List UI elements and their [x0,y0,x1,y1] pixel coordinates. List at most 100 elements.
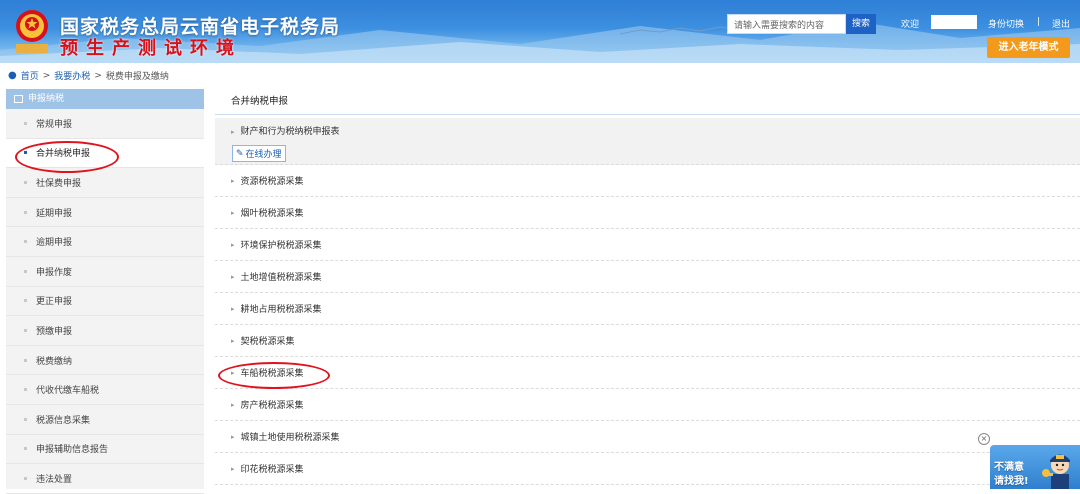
sidebar-item-label: 代收代缴车船税 [36,386,100,397]
list-item-stamp-tax[interactable]: ▸ 印花税税源采集 [215,453,1080,485]
feedback-line1: 不满意 [994,462,1024,473]
welcome-text: 欢迎 [901,20,920,30]
bullet-icon [24,180,27,184]
bullet-icon [24,358,27,362]
sidebar-item-auxiliary-report[interactable]: 申报辅助信息报告 [6,435,204,465]
sidebar-item-label: 违法处置 [36,474,73,485]
list-item-label[interactable]: 耕地占用税税源采集 [241,302,322,315]
triangle-bullet-icon: ▸ [231,208,235,217]
elder-mode-button[interactable]: 进入老年模式 [987,37,1070,58]
bullet-icon [24,210,27,214]
triangle-bullet-icon: ▸ [231,128,235,136]
list-item-property-behavior-tax: ▸ 财产和行为税纳税申报表 ✎ 在线办理 [215,118,1080,165]
sidebar-item-deferred[interactable]: 延期申报 [6,198,204,228]
triangle-bullet-icon: ▸ [231,400,235,409]
triangle-bullet-icon: ▸ [231,176,235,185]
sidebar-header[interactable]: 申报纳税 [6,89,204,109]
list-item-vehicle-vessel-tax[interactable]: ▸ 车船税税源采集 [215,357,1080,389]
list-item-label[interactable]: 城镇土地使用税税源采集 [241,430,340,443]
breadcrumb-home[interactable]: 首页 [21,69,39,82]
header-separator: | [1037,17,1041,27]
list-item-land-value-tax[interactable]: ▸ 土地增值税税源采集 [215,261,1080,293]
list-item-label[interactable]: 契税税源采集 [241,334,295,347]
list-item-label[interactable]: 印花税税源采集 [241,462,304,475]
sidebar-header-label: 申报纳税 [28,94,65,104]
sidebar-item-label: 申报辅助信息报告 [36,445,109,456]
breadcrumb-tax-handling[interactable]: 我要办税 [54,69,90,82]
sidebar-item-label: 更正申报 [36,297,73,308]
page-title: 合并纳税申报 [215,89,1080,115]
bullet-icon [24,447,27,451]
list-item-deed-tax[interactable]: ▸ 契税税源采集 [215,325,1080,357]
sidebar-item-overdue[interactable]: 逾期申报 [6,227,204,257]
sidebar-item-social-insurance[interactable]: 社保费申报 [6,168,204,198]
list-item-label[interactable]: 烟叶税税源采集 [241,206,304,219]
top-header: 国家税务总局云南省电子税务局 预生产测试环境 请输入需要搜索的内容 搜索 欢迎 … [0,0,1080,63]
breadcrumb-current: 税费申报及缴纳 [105,72,169,82]
triangle-bullet-icon: ▸ [231,336,235,345]
online-process-label: 在线办理 [245,150,282,160]
sidebar-item-payment[interactable]: 税费缴纳 [6,346,204,376]
bullet-icon [24,388,27,392]
list-item-property-tax[interactable]: ▸ 房产税税源采集 [215,389,1080,421]
close-circle-icon[interactable]: × [978,433,990,445]
annotation-circle-sidebar [15,141,119,173]
list-item-resource-tax[interactable]: ▸ 资源税税源采集 [215,165,1080,197]
list-item-tobacco-tax[interactable]: ▸ 烟叶税税源采集 [215,197,1080,229]
list-item-farmland-tax[interactable]: ▸ 耕地占用税税源采集 [215,293,1080,325]
triangle-bullet-icon: ▸ [231,272,235,281]
sidebar-item-void[interactable]: 申报作废 [6,257,204,287]
mascot-icon [1042,454,1070,489]
sidebar-item-tax-source-collection[interactable]: 税源信息采集 [6,405,204,435]
sidebar-item-label: 申报作废 [36,267,73,278]
sidebar-item-label: 税源信息采集 [36,415,91,426]
bullet-icon [24,121,27,125]
sidebar-item-prepayment[interactable]: 预缴申报 [6,316,204,346]
breadcrumb-separator: > [42,70,51,81]
search-input[interactable]: 请输入需要搜索的内容 [727,14,846,34]
bullet-icon [24,299,27,303]
online-process-button[interactable]: ✎ 在线办理 [232,145,286,162]
emblem-icon [16,10,48,53]
bullet-icon [24,476,27,480]
bullet-icon [24,328,27,332]
location-pin-icon: ● [8,70,17,81]
list-item-label[interactable]: 环境保护税税源采集 [241,238,322,251]
sidebar-item-correction[interactable]: 更正申报 [6,287,204,317]
edit-icon: ✎ [236,148,244,159]
sidebar-item-label: 预缴申报 [36,326,73,337]
breadcrumb-separator: > [94,70,102,81]
list-item-environment-tax[interactable]: ▸ 环境保护税税源采集 [215,229,1080,261]
triangle-bullet-icon: ▸ [231,464,235,473]
sidebar-item-label: 常规申报 [36,119,73,130]
menu-square-icon [14,95,23,103]
search-button[interactable]: 搜索 [846,14,876,34]
list-item-label[interactable]: 房产税税源采集 [241,398,304,411]
sidebar-item-regular-declaration[interactable]: 常规申报 [6,109,204,139]
user-name-redacted [931,15,977,29]
sidebar-item-label: 税费缴纳 [36,356,73,367]
breadcrumb: ● 首页 > 我要办税 > 税费申报及缴纳 [8,69,169,82]
environment-title: 预生产测试环境 [60,38,242,59]
triangle-bullet-icon: ▸ [231,240,235,249]
feedback-line2: 请找我! [994,476,1029,487]
sidebar-item-vehicle-tax-withholding[interactable]: 代收代缴车船税 [6,375,204,405]
bullet-icon [24,269,27,273]
bullet-icon [24,240,27,244]
main-content: 合并纳税申报 ▸ 财产和行为税纳税申报表 ✎ 在线办理 ▸ 资源税税源采集 ▸ 烟叶税… [215,89,1080,489]
annotation-circle-vehicle-tax [218,362,330,389]
list-item-label[interactable]: 财产和行为税纳税申报表 [241,127,340,137]
triangle-bullet-icon: ▸ [231,432,235,441]
list-item-label[interactable]: 资源税税源采集 [241,174,304,187]
triangle-bullet-icon: ▸ [231,304,235,313]
sidebar-item-label: 社保费申报 [36,178,82,189]
sidebar-item-label: 逾期申报 [36,238,73,249]
feedback-widget[interactable]: 不满意 请找我! [990,445,1080,489]
logout-link[interactable]: 退出 [1052,17,1070,30]
switch-identity-link[interactable]: 身份切换 [988,17,1024,30]
bullet-icon [24,417,27,421]
sidebar-item-violation[interactable]: 违法处置 [6,464,204,494]
sidebar-item-label: 延期申报 [36,208,73,219]
list-item-label[interactable]: 土地增值税税源采集 [241,270,322,283]
list-item-urban-land-tax[interactable]: ▸ 城镇土地使用税税源采集 [215,421,1080,453]
